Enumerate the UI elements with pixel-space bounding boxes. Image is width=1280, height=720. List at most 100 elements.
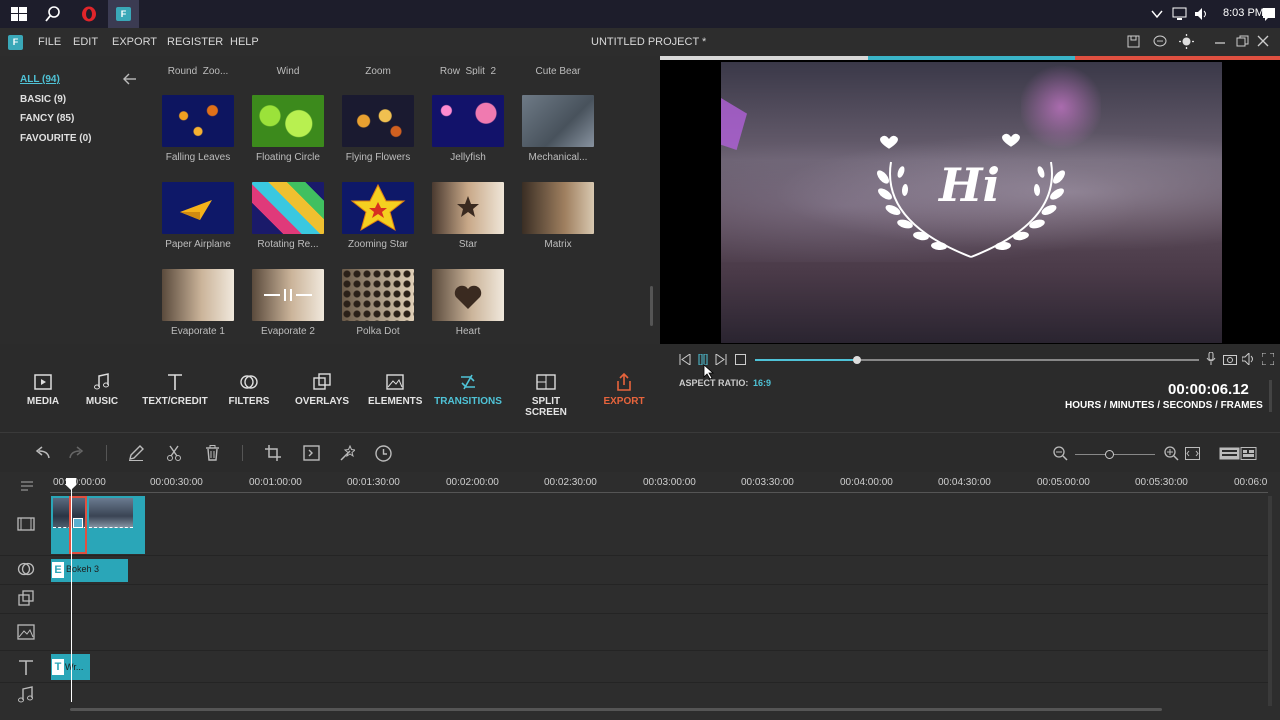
transition-thumb-heart[interactable] bbox=[432, 269, 504, 321]
search-icon[interactable] bbox=[45, 6, 61, 22]
menu-help[interactable]: HELP bbox=[230, 36, 259, 48]
export-button[interactable]: EXPORT bbox=[602, 372, 646, 407]
close-icon[interactable] bbox=[1257, 35, 1269, 47]
zoom-slider-track[interactable] bbox=[1075, 454, 1155, 455]
transition-thumb-paper-airplane[interactable] bbox=[162, 182, 234, 234]
network-icon[interactable] bbox=[1172, 7, 1188, 21]
edit-pencil-icon[interactable] bbox=[128, 445, 144, 461]
redo-icon[interactable] bbox=[69, 446, 85, 460]
split-screen-icon bbox=[536, 374, 556, 390]
transition-thumb-falling-leaves[interactable] bbox=[162, 95, 234, 147]
track-settings-icon[interactable] bbox=[20, 480, 34, 492]
chevron-up-icon[interactable] bbox=[1151, 9, 1163, 19]
save-icon[interactable] bbox=[1127, 35, 1140, 48]
brightness-icon[interactable] bbox=[1179, 34, 1194, 49]
menu-register[interactable]: REGISTER bbox=[167, 36, 223, 48]
chat-icon[interactable] bbox=[1153, 35, 1167, 48]
media-button[interactable]: MEDIA bbox=[22, 372, 64, 407]
timeline-panel: 00:00:00:00 00:00:30:00 00:01:00:00 00:0… bbox=[0, 472, 1280, 720]
playback-track[interactable] bbox=[755, 359, 1199, 361]
timeline-horizontal-scrollbar[interactable] bbox=[70, 708, 1162, 711]
fit-frame-icon[interactable] bbox=[303, 445, 320, 461]
library-scrollbar[interactable] bbox=[650, 286, 653, 326]
restore-icon[interactable] bbox=[1236, 35, 1249, 48]
menu-file[interactable]: FILE bbox=[38, 36, 61, 48]
volume-icon[interactable] bbox=[1242, 353, 1256, 365]
transition-label: Flying Flowers bbox=[345, 152, 411, 163]
transition-thumb-floating-circle[interactable] bbox=[252, 95, 324, 147]
category-favourite[interactable]: FAVOURITE (0) bbox=[20, 133, 91, 144]
ruler-label: 00:03:30:00 bbox=[741, 477, 794, 488]
zoom-out-icon[interactable] bbox=[1053, 446, 1068, 461]
preview-bar-mid bbox=[868, 56, 1075, 60]
ruler-label: 00:01:00:00 bbox=[249, 477, 302, 488]
overlays-button[interactable]: OVERLAYS bbox=[294, 372, 350, 407]
transition-label: Matrix bbox=[544, 239, 572, 250]
transition-thumb-rotating-rectangles[interactable] bbox=[252, 182, 324, 234]
ruler-label: 00:03:00:00 bbox=[643, 477, 696, 488]
video-clip[interactable] bbox=[51, 496, 145, 554]
zoom-slider-knob[interactable] bbox=[1105, 450, 1114, 459]
aspect-ratio-value[interactable]: 16:9 bbox=[753, 378, 771, 388]
project-title: UNTITLED PROJECT * bbox=[591, 36, 707, 48]
toolbar-scrollbar[interactable] bbox=[1269, 380, 1272, 412]
category-all[interactable]: ALL (94) bbox=[20, 74, 60, 85]
timeline-view-toggle-icon[interactable] bbox=[1219, 447, 1257, 460]
media-icon bbox=[34, 374, 52, 390]
opera-icon[interactable] bbox=[81, 6, 97, 22]
back-arrow-icon[interactable] bbox=[123, 73, 137, 85]
next-frame-icon[interactable] bbox=[715, 354, 727, 365]
playback-scrubber[interactable] bbox=[853, 356, 862, 364]
transitions-button[interactable]: TRANSITIONS bbox=[434, 372, 502, 407]
app-logo: F bbox=[8, 35, 23, 50]
transition-thumb-flying-flowers[interactable] bbox=[342, 95, 414, 147]
cut-scissors-icon[interactable] bbox=[166, 445, 182, 461]
undo-icon[interactable] bbox=[34, 446, 50, 460]
category-basic[interactable]: BASIC (9) bbox=[20, 94, 66, 105]
track-divider bbox=[0, 682, 1268, 683]
zoom-in-icon[interactable] bbox=[1164, 446, 1179, 461]
elements-button[interactable]: ELEMENTS bbox=[368, 372, 422, 407]
minimize-icon[interactable] bbox=[1214, 35, 1226, 47]
filmora-taskbar-button[interactable]: F bbox=[108, 0, 139, 28]
filmora-icon: F bbox=[116, 7, 131, 21]
split-screen-button[interactable]: SPLIT SCREEN bbox=[512, 372, 580, 418]
track-divider bbox=[0, 613, 1268, 614]
media-label: MEDIA bbox=[26, 396, 60, 407]
fit-timeline-icon[interactable] bbox=[1185, 447, 1200, 460]
track-divider bbox=[0, 584, 1268, 585]
filters-button[interactable]: FILTERS bbox=[226, 372, 272, 407]
clip-thumbnail bbox=[89, 498, 133, 528]
clock-duration-icon[interactable] bbox=[375, 445, 392, 462]
main-toolbar: ASPECT RATIO: 16:9 00:00:06.12 HOURS / M… bbox=[0, 344, 1280, 432]
text-credit-button[interactable]: TEXT/CREDIT bbox=[140, 372, 210, 407]
notification-icon[interactable] bbox=[1262, 7, 1276, 21]
transition-thumb-zooming-star[interactable] bbox=[342, 182, 414, 234]
menu-edit[interactable]: EDIT bbox=[73, 36, 98, 48]
magic-wand-icon[interactable] bbox=[339, 445, 355, 461]
category-fancy[interactable]: FANCY (85) bbox=[20, 113, 74, 124]
stop-icon[interactable] bbox=[735, 354, 746, 365]
windows-start-icon[interactable] bbox=[11, 7, 27, 21]
transition-thumb-jellyfish[interactable] bbox=[432, 95, 504, 147]
transition-thumb-matrix[interactable] bbox=[522, 182, 594, 234]
crop-icon[interactable] bbox=[265, 445, 281, 461]
delete-trash-icon[interactable] bbox=[205, 445, 220, 461]
microphone-icon[interactable] bbox=[1205, 352, 1217, 366]
filter-clip[interactable]: E Bokeh 3 bbox=[51, 559, 128, 582]
volume-icon[interactable] bbox=[1194, 7, 1208, 21]
fullscreen-icon[interactable] bbox=[1262, 353, 1274, 365]
menu-export[interactable]: EXPORT bbox=[112, 36, 157, 48]
snapshot-camera-icon[interactable] bbox=[1223, 353, 1237, 365]
filter-track-icon bbox=[17, 562, 35, 576]
prev-frame-icon[interactable] bbox=[679, 354, 691, 365]
split-screen-label: SPLIT SCREEN bbox=[525, 396, 567, 418]
timeline-vertical-scrollbar[interactable] bbox=[1268, 496, 1272, 706]
transition-thumb-evaporate-1[interactable] bbox=[162, 269, 234, 321]
music-button[interactable]: MUSIC bbox=[82, 372, 122, 407]
playback-progress bbox=[755, 359, 858, 361]
transition-thumb-mechanical[interactable] bbox=[522, 95, 594, 147]
transition-thumb-polka-dot[interactable] bbox=[342, 269, 414, 321]
transition-thumb-star[interactable] bbox=[432, 182, 504, 234]
transition-thumb-evaporate-2[interactable] bbox=[252, 269, 324, 321]
